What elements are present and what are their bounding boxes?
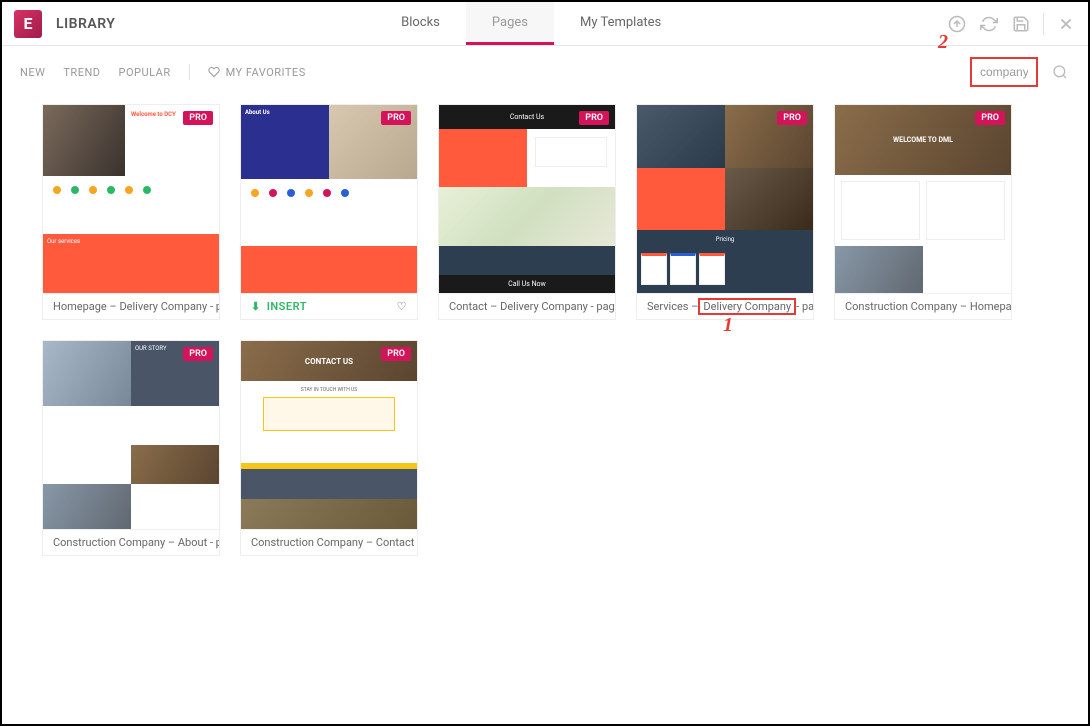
elementor-logo-icon: E bbox=[14, 10, 42, 38]
template-card[interactable]: PRO CONTACT US STAY IN TOUCH WITH US Con… bbox=[240, 340, 418, 556]
header-actions bbox=[947, 13, 1076, 35]
pro-badge: PRO bbox=[381, 347, 411, 361]
filter-new[interactable]: NEW bbox=[20, 66, 45, 79]
pro-badge: PRO bbox=[579, 111, 609, 125]
search-input[interactable] bbox=[976, 61, 1032, 83]
filter-popular[interactable]: POPULAR bbox=[119, 66, 171, 79]
upload-icon[interactable] bbox=[947, 14, 967, 34]
filter-trend[interactable]: TREND bbox=[63, 66, 100, 79]
filter-divider bbox=[189, 64, 190, 80]
templates-grid: PRO Welcome to DCY Our services Homepage… bbox=[2, 98, 1088, 562]
tab-my-templates[interactable]: My Templates bbox=[554, 2, 687, 45]
insert-label: INSERT bbox=[267, 300, 307, 313]
save-icon[interactable] bbox=[1011, 14, 1031, 34]
annotation-2: 2 bbox=[938, 31, 948, 54]
template-title: Contact – Delivery Company - page bbox=[439, 293, 615, 319]
template-thumbnail: PRO CONTACT US STAY IN TOUCH WITH US bbox=[241, 341, 417, 529]
template-title: Homepage – Delivery Company - p... bbox=[43, 293, 219, 319]
download-icon: ⬇ bbox=[251, 300, 261, 313]
template-thumbnail: PRO Contact Us Call Us Now bbox=[439, 105, 615, 293]
sync-icon[interactable] bbox=[979, 14, 999, 34]
template-card[interactable]: PRO About Us ⬇ INSERT ♡ bbox=[240, 104, 418, 320]
filter-bar: NEW TREND POPULAR MY FAVORITES 2 bbox=[2, 46, 1088, 98]
search-wrap: 2 bbox=[970, 57, 1070, 87]
template-thumbnail: PRO Pricing bbox=[637, 105, 813, 293]
library-header: E LIBRARY Blocks Pages My Templates bbox=[2, 2, 1088, 46]
search-highlight-box bbox=[970, 57, 1038, 87]
close-icon[interactable] bbox=[1056, 14, 1076, 34]
tab-blocks[interactable]: Blocks bbox=[375, 2, 466, 45]
favorites-label: MY FAVORITES bbox=[226, 66, 306, 79]
header-tabs: Blocks Pages My Templates bbox=[375, 2, 687, 45]
template-thumbnail: PRO WELCOME TO DML bbox=[835, 105, 1011, 293]
template-card[interactable]: PRO Pricing Services – Delivery Company … bbox=[636, 104, 814, 320]
template-card[interactable]: PRO Contact Us Call Us Now Contact – Del… bbox=[438, 104, 616, 320]
filter-favorites[interactable]: MY FAVORITES bbox=[208, 66, 306, 79]
pro-badge: PRO bbox=[381, 111, 411, 125]
pro-badge: PRO bbox=[777, 111, 807, 125]
insert-button[interactable]: ⬇ INSERT ♡ bbox=[241, 293, 417, 319]
search-icon[interactable] bbox=[1050, 62, 1070, 82]
template-title: Construction Company – Contact - ... bbox=[241, 529, 417, 555]
heart-icon bbox=[208, 66, 220, 78]
pro-badge: PRO bbox=[183, 347, 213, 361]
template-title: Construction Company – Homepa... bbox=[835, 293, 1011, 319]
highlight-box-1: Delivery Company bbox=[698, 298, 796, 315]
template-card[interactable]: PRO Welcome to DCY Our services Homepage… bbox=[42, 104, 220, 320]
favorite-toggle-icon[interactable]: ♡ bbox=[397, 300, 407, 313]
tab-pages[interactable]: Pages bbox=[466, 2, 554, 45]
pro-badge: PRO bbox=[975, 111, 1005, 125]
library-title: LIBRARY bbox=[56, 16, 115, 32]
template-thumbnail: PRO Welcome to DCY Our services bbox=[43, 105, 219, 293]
template-card[interactable]: PRO OUR STORY Construction Company – Abo… bbox=[42, 340, 220, 556]
header-divider bbox=[1043, 13, 1044, 35]
template-thumbnail: PRO About Us bbox=[241, 105, 417, 293]
pro-badge: PRO bbox=[183, 111, 213, 125]
template-title: Construction Company – About - p... bbox=[43, 529, 219, 555]
template-card[interactable]: PRO WELCOME TO DML Construction Company … bbox=[834, 104, 1012, 320]
template-thumbnail: PRO OUR STORY bbox=[43, 341, 219, 529]
annotation-1: 1 bbox=[723, 314, 733, 337]
